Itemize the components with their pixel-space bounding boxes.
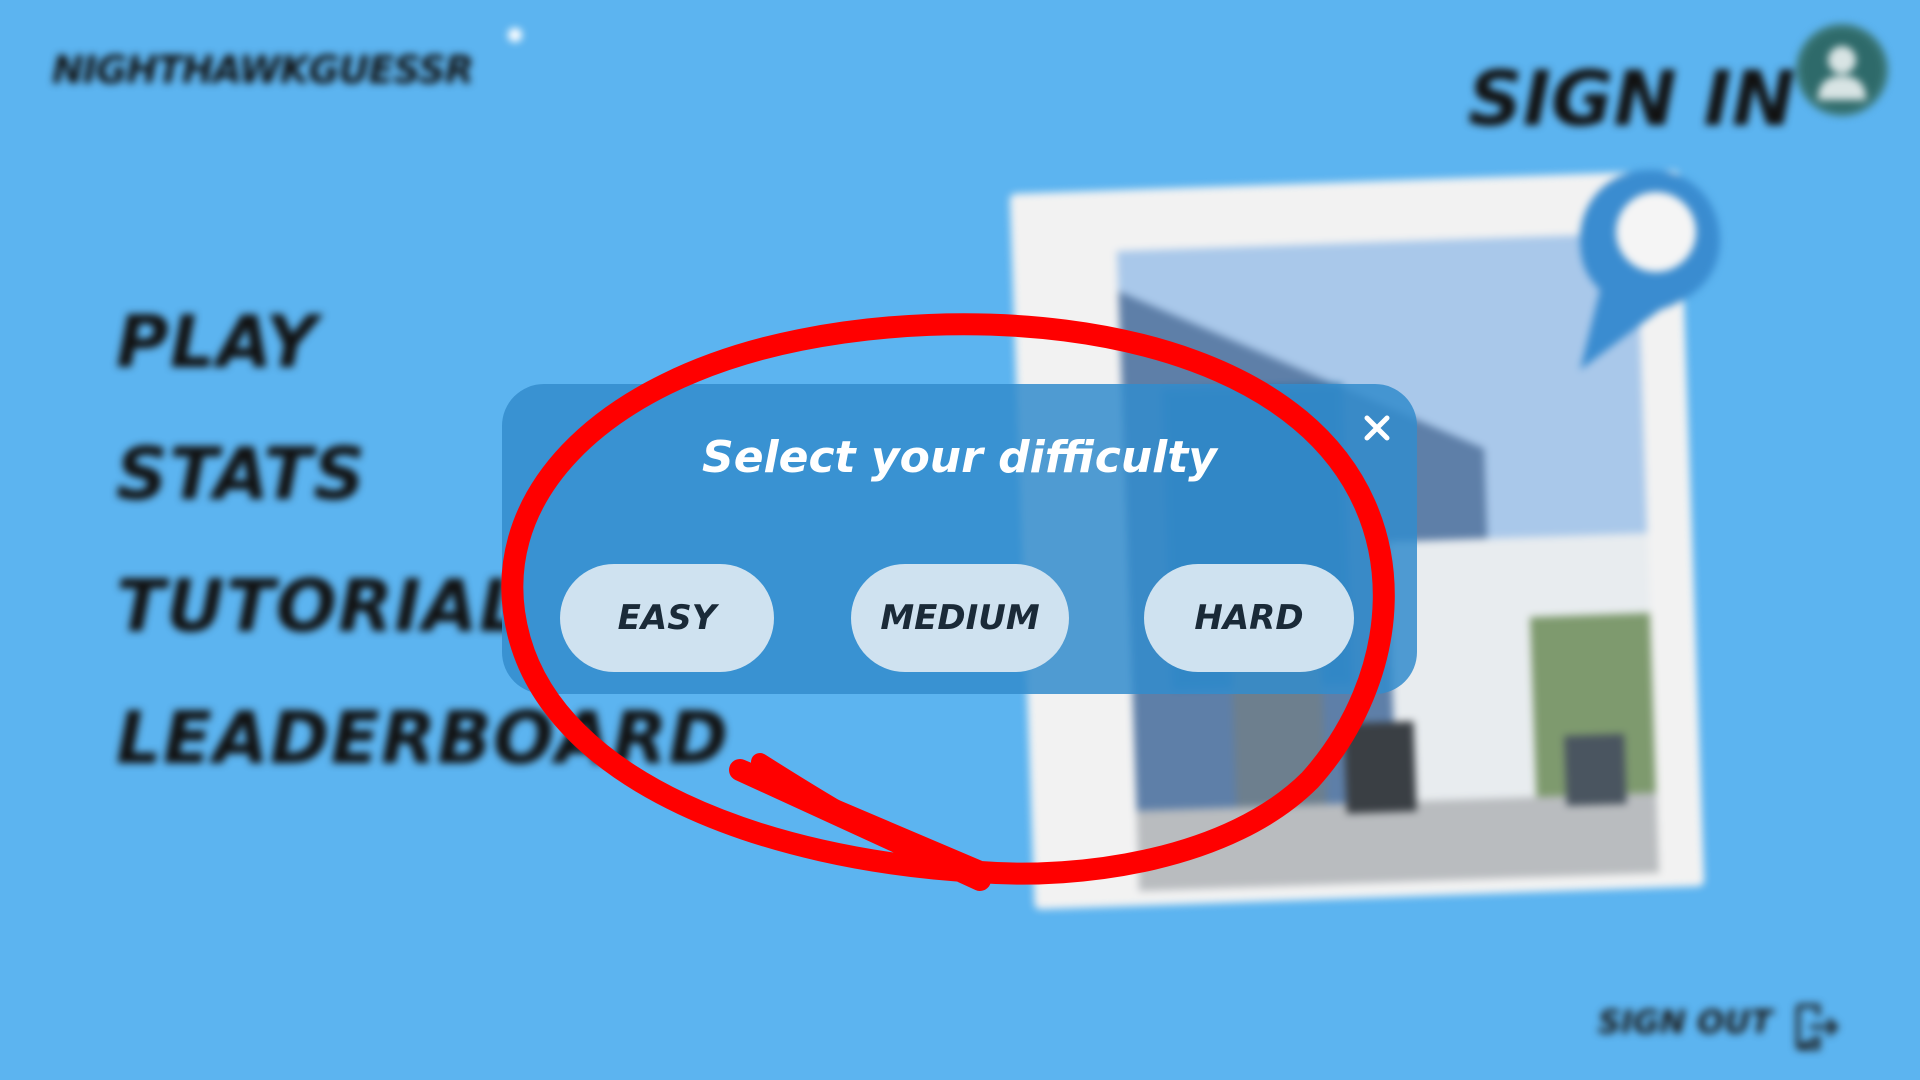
menu-item-stats[interactable]: STATS [116, 432, 366, 516]
hard-button[interactable]: HARD [1144, 564, 1354, 672]
close-icon[interactable] [1357, 408, 1397, 448]
easy-button[interactable]: EASY [560, 564, 774, 672]
logout-icon[interactable] [1792, 1002, 1842, 1056]
sign-in-link[interactable]: SIGN IN [1468, 54, 1795, 143]
menu-item-play[interactable]: PLAY [116, 300, 318, 384]
menu-item-leaderboard[interactable]: LEADERBOARD [116, 696, 729, 780]
sign-out-link[interactable]: SIGN OUT [1598, 1003, 1772, 1041]
user-avatar-icon[interactable] [1796, 24, 1888, 116]
location-pin-icon [1570, 160, 1730, 374]
menu-item-tutorial[interactable]: TUTORIAL [116, 564, 526, 648]
difficulty-modal: Select your difficulty EASY MEDIUM HARD [502, 384, 1417, 694]
app-logo: NIGHTHAWKGUESSR [52, 48, 474, 92]
modal-title: Select your difficulty [702, 432, 1217, 483]
logo-dot [508, 28, 522, 42]
medium-button[interactable]: MEDIUM [851, 564, 1069, 672]
